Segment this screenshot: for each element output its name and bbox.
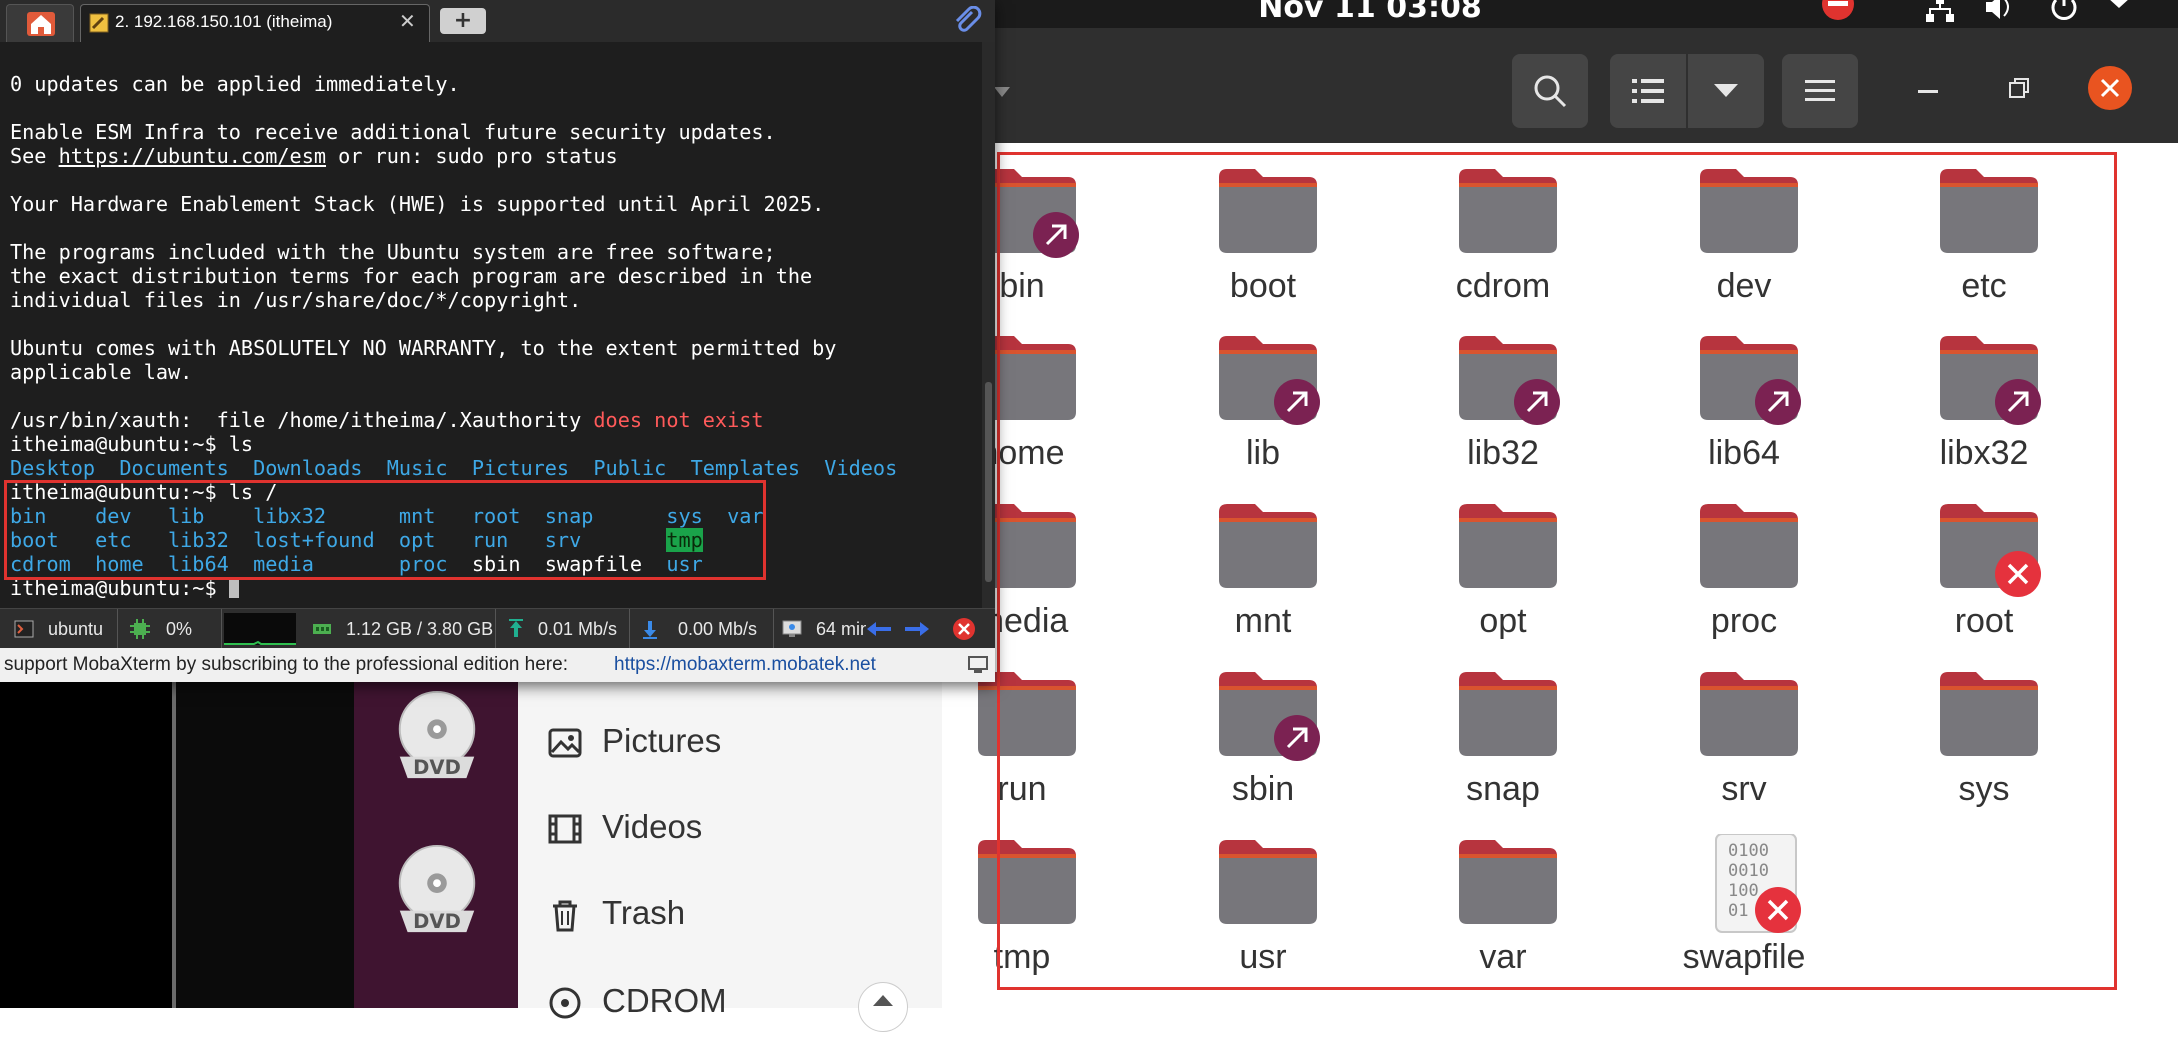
restore-icon[interactable] (2008, 77, 2030, 99)
error-indicator-icon[interactable] (1820, 0, 1856, 26)
cpu-graph (224, 613, 296, 645)
uptime-monitor-icon (782, 620, 802, 637)
upload-arrow-icon (509, 619, 523, 637)
pictures-icon (548, 728, 582, 758)
close-icon[interactable] (2086, 64, 2134, 112)
terminal-session-icon (14, 620, 34, 638)
menu-icon (1805, 80, 1835, 101)
download-arrow-icon (643, 621, 657, 639)
terminal-line: /usr/bin/xauth: file /home/itheima/.Xaut… (10, 408, 764, 432)
support-banner: support MobaXterm by subscribing to the … (0, 648, 995, 682)
eject-icon (873, 995, 893, 1006)
terminal-scrollbar[interactable] (982, 42, 995, 608)
tab-ssh-session[interactable]: 2. 192.168.150.101 (itheima) ✕ (80, 4, 430, 42)
videos-icon (548, 814, 582, 844)
terminal-line: applicable law. (10, 360, 193, 384)
search-icon (1534, 75, 1567, 108)
scroll-left-arrow-icon[interactable] (866, 621, 892, 637)
sidebar-item-label: Pictures (602, 722, 722, 759)
search-button[interactable] (1512, 54, 1588, 128)
path-dropdown-icon[interactable] (992, 83, 1012, 103)
chevron-down-icon[interactable] (2104, 0, 2134, 26)
terminal-line: Ubuntu comes with ABSOLUTELY NO WARRANTY… (10, 336, 837, 360)
terminal-line: The programs included with the Ubuntu sy… (10, 240, 776, 264)
tab-label: 2. 192.168.150.101 (itheima) (115, 12, 333, 31)
view-options-chevron-icon (1714, 84, 1738, 97)
new-tab-button[interactable]: + (440, 8, 486, 34)
clock[interactable]: Nov 11 03:08 (1200, 0, 1540, 28)
terminal-line: Desktop Documents Downloads Music Pictur… (10, 456, 898, 480)
esm-link[interactable]: https://ubuntu.com/esm (59, 144, 326, 168)
tab-home[interactable] (6, 4, 74, 42)
scrollbar-thumb[interactable] (985, 382, 992, 582)
selection-highlight-box (997, 152, 2117, 990)
terminal-output[interactable]: 0 updates can be applied immediately. En… (0, 42, 982, 608)
eject-button[interactable] (858, 982, 908, 1032)
list-view-button[interactable] (1610, 54, 1686, 128)
ubuntu-dock: DVD DVD (354, 670, 518, 1008)
status-memory: 1.12 GB / 3.80 GB (302, 609, 496, 649)
terminal-line: See https://ubuntu.com/esm or run: sudo … (10, 144, 618, 168)
status-bar: ubuntu 0% 1.12 GB / 3.80 GB 0.01 Mb/s 0.… (0, 608, 995, 649)
power-icon[interactable] (2046, 0, 2082, 26)
cpu-icon (130, 619, 150, 639)
background-area (0, 670, 172, 1008)
terminal-line: 0 updates can be applied immediately. (10, 72, 460, 96)
status-cpu: 0% (118, 609, 222, 649)
files-sidebar: Pictures Videos Trash CDROM (518, 670, 943, 1032)
tab-close-icon[interactable]: ✕ (399, 9, 416, 33)
status-download: 0.00 Mb/s (630, 609, 774, 649)
view-options-button[interactable] (1688, 54, 1764, 128)
banner-link[interactable]: https://mobaxterm.mobatek.net (614, 654, 876, 676)
list-view-icon (1632, 79, 1664, 103)
sidebar-item-label: Videos (602, 808, 703, 845)
banner-text: support MobaXterm by subscribing to the … (4, 654, 568, 675)
sidebar-item-trash[interactable]: Trash (518, 880, 942, 950)
monitor-icon[interactable] (968, 656, 988, 674)
main-menu-button[interactable] (1782, 54, 1858, 128)
svg-text:DVD: DVD (413, 756, 461, 779)
network-icon[interactable] (1922, 0, 1958, 26)
volume-icon[interactable] (1982, 0, 2018, 26)
close-session-icon[interactable] (952, 617, 976, 641)
terminal-selection-box (4, 480, 766, 580)
dvd-icon[interactable]: DVD (388, 688, 486, 786)
dvd-icon[interactable]: DVD (388, 842, 486, 940)
session-icon (89, 13, 109, 33)
terminal-line: itheima@ubuntu:~$ ls (10, 432, 254, 456)
svg-text:DVD: DVD (413, 910, 461, 933)
sidebar-item-videos[interactable]: Videos (518, 794, 942, 864)
sidebar-item-label: Trash (602, 894, 686, 931)
status-session[interactable]: ubuntu (0, 609, 118, 649)
trash-icon (553, 900, 577, 932)
terminal-line: Your Hardware Enablement Stack (HWE) is … (10, 192, 825, 216)
tab-bar: 2. 192.168.150.101 (itheima) ✕ + (0, 0, 995, 42)
disc-icon (549, 987, 581, 1019)
minimize-icon[interactable] (1918, 90, 1938, 94)
terminal-cursor (228, 578, 239, 598)
background-strip (176, 670, 354, 1008)
terminal-line: individual files in /usr/share/doc/*/cop… (10, 288, 582, 312)
home-icon (27, 12, 55, 36)
memory-icon (313, 624, 331, 634)
terminal-line: the exact distribution terms for each pr… (10, 264, 813, 288)
sidebar-item-pictures[interactable]: Pictures (518, 708, 942, 778)
status-uptime: 64 min (774, 609, 866, 649)
status-upload: 0.01 Mb/s (496, 609, 630, 649)
paperclip-icon[interactable] (952, 6, 982, 36)
mobaxterm-window: 2. 192.168.150.101 (itheima) ✕ + 0 updat… (0, 0, 995, 682)
sidebar-item-label: CDROM (602, 982, 727, 1019)
scroll-right-arrow-icon[interactable] (904, 621, 930, 637)
terminal-line: Enable ESM Infra to receive additional f… (10, 120, 776, 144)
